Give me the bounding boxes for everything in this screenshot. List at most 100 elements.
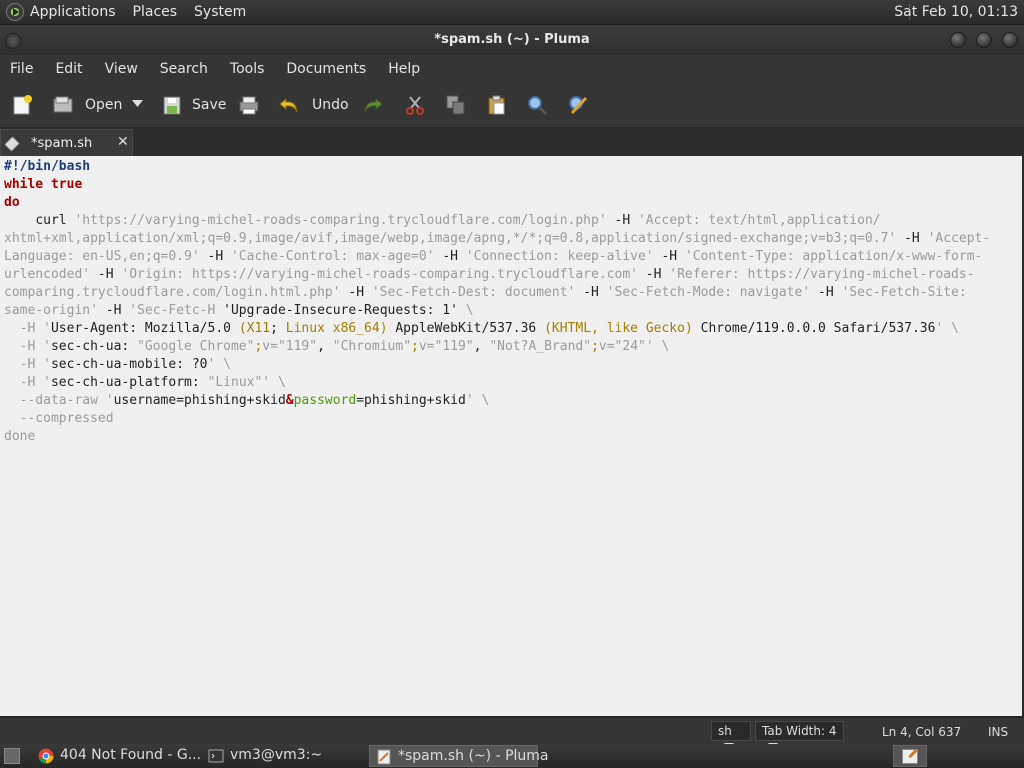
ua-b: AppleWebKit/537.36 (387, 321, 545, 336)
comma: , (317, 339, 333, 354)
ch-ua-notabrand: "Not?A_Brand" (489, 339, 592, 354)
tab-close-icon[interactable]: ✕ (117, 134, 129, 150)
close-button[interactable] (1002, 32, 1018, 48)
paren: ) (684, 321, 693, 336)
quote: ' (43, 357, 51, 372)
header-lang-b: Language: en-US,en;q=0.9' (4, 249, 200, 264)
h-flag: -H (818, 285, 834, 300)
header-upgrade: 'Upgrade-Insecure-Requests: 1' (223, 303, 458, 318)
paren: ( (544, 321, 552, 336)
curl-url: 'https://varying-michel-roads-comparing.… (74, 213, 607, 228)
h-flag: -H (904, 231, 920, 246)
open-icon[interactable] (52, 94, 74, 116)
header-origin: 'Origin: https://varying-michel-roads-co… (121, 267, 638, 282)
terminal-icon (208, 749, 224, 763)
paren: ( (238, 321, 247, 336)
menu-file[interactable]: File (10, 61, 33, 77)
header-referer-a: 'Referer: https://varying-michel-roads- (669, 267, 975, 282)
menu-documents[interactable]: Documents (286, 61, 366, 77)
copy-icon[interactable] (445, 94, 467, 116)
line-continuation: \ (661, 339, 670, 354)
task-browser[interactable]: 404 Not Found - G... (32, 745, 201, 767)
find-replace-icon[interactable] (567, 94, 589, 116)
new-document-icon[interactable] (11, 94, 33, 116)
h-flag: -H (207, 249, 224, 264)
tab-width-selector[interactable]: Tab Width: 4 (755, 721, 844, 749)
quote: ' (43, 375, 51, 390)
tray-pluma[interactable] (893, 745, 927, 767)
document-icon (4, 136, 20, 152)
h-flag: -H (19, 321, 36, 336)
menubar: File Edit View Search Tools Documents He… (0, 55, 1024, 83)
minimize-button[interactable] (950, 32, 966, 48)
text-editor-icon (377, 749, 391, 765)
ua-khtml: KHTML, like Gecko (551, 321, 685, 336)
panel-menu-places[interactable]: Places (133, 4, 178, 20)
ch-ua-key: sec-ch-ua: (50, 339, 138, 354)
window-titlebar[interactable]: *spam.sh (~) - Pluma (0, 25, 1024, 55)
menu-tools[interactable]: Tools (230, 61, 265, 77)
line-continuation: \ (481, 393, 490, 408)
task-pluma[interactable]: *spam.sh (~) - Pluma (369, 745, 549, 767)
text-editor[interactable]: #!/bin/bash while true do curl 'https://… (0, 156, 1024, 716)
comma: , (473, 339, 490, 354)
print-icon[interactable] (238, 94, 260, 116)
save-button[interactable]: Save (192, 97, 226, 113)
semi: ; (411, 339, 419, 354)
ch-ua-mobile: sec-ch-ua-mobile: ?0 (50, 357, 208, 372)
ua-a: User-Agent: Mozilla/5.0 (50, 321, 239, 336)
mate-logo-icon[interactable] (6, 3, 24, 21)
ch-ua-v119: v="119" (262, 339, 318, 354)
task-terminal-label: vm3@vm3:~ (230, 747, 323, 763)
quote: ' (465, 393, 474, 408)
language-label: sh (718, 724, 732, 738)
toolbar: Open Save Undo (0, 83, 1024, 128)
maximize-button[interactable] (976, 32, 992, 48)
h-flag: -H (19, 375, 36, 390)
redo-icon[interactable] (362, 94, 384, 116)
find-icon[interactable] (526, 94, 548, 116)
h-flag: -H (583, 285, 599, 300)
password-word: password (293, 393, 357, 408)
tab-label: *spam.sh (31, 136, 93, 151)
data-username: username=phishing+skid (113, 393, 286, 408)
taskbar: 404 Not Found - G... vm3@vm3:~ *spam.sh … (0, 744, 1024, 768)
header-lang-a: 'Accept- (927, 231, 991, 246)
task-terminal[interactable]: vm3@vm3:~ (202, 745, 367, 767)
line-continuation: \ (465, 303, 474, 318)
cut-icon[interactable] (404, 94, 426, 116)
ua-c: Chrome/119.0.0.0 Safari/537.36 (692, 321, 936, 336)
ch-ua-platform-value: "Linux"' (207, 375, 271, 390)
header-fetch-mode: 'Sec-Fetch-Mode: navigate' (606, 285, 811, 300)
panel-menu-applications[interactable]: Applications (30, 4, 116, 20)
compressed-flag: --compressed (19, 411, 114, 426)
quote: ' (43, 321, 51, 336)
show-desktop-icon[interactable] (4, 748, 20, 764)
quote: ' (43, 339, 51, 354)
clock[interactable]: Sat Feb 10, 01:13 (894, 4, 1018, 20)
paste-icon[interactable] (486, 94, 508, 116)
h-flag: -H (614, 213, 631, 228)
header-fetch-dest: 'Sec-Fetch-Dest: document' (371, 285, 576, 300)
panel-menu-system[interactable]: System (194, 4, 246, 20)
do-keyword: do (4, 195, 20, 210)
menu-search[interactable]: Search (160, 61, 208, 77)
menu-help[interactable]: Help (388, 61, 420, 77)
ch-ua-chromium: "Chromium" (332, 339, 412, 354)
save-icon[interactable] (161, 94, 183, 116)
semi: ; (591, 339, 599, 354)
undo-button[interactable]: Undo (312, 97, 349, 113)
tab-spam-sh[interactable]: *spam.sh ✕ (0, 129, 133, 156)
insert-mode: INS (988, 725, 1009, 739)
header-referer-b: comparing.trycloudflare.com/login.html.p… (4, 285, 341, 300)
language-selector[interactable]: sh (711, 721, 751, 749)
code-view[interactable]: #!/bin/bash while true do curl 'https://… (0, 156, 1022, 446)
chrome-icon (38, 748, 54, 764)
ch-ua-google: "Google Chrome" (137, 339, 255, 354)
open-recent-chevron-down-icon[interactable] (132, 100, 143, 108)
menu-edit[interactable]: Edit (55, 61, 82, 77)
menu-view[interactable]: View (105, 61, 138, 77)
open-button[interactable]: Open (85, 97, 122, 113)
shebang-line: #!/bin/bash (4, 159, 91, 174)
undo-icon[interactable] (278, 94, 300, 116)
